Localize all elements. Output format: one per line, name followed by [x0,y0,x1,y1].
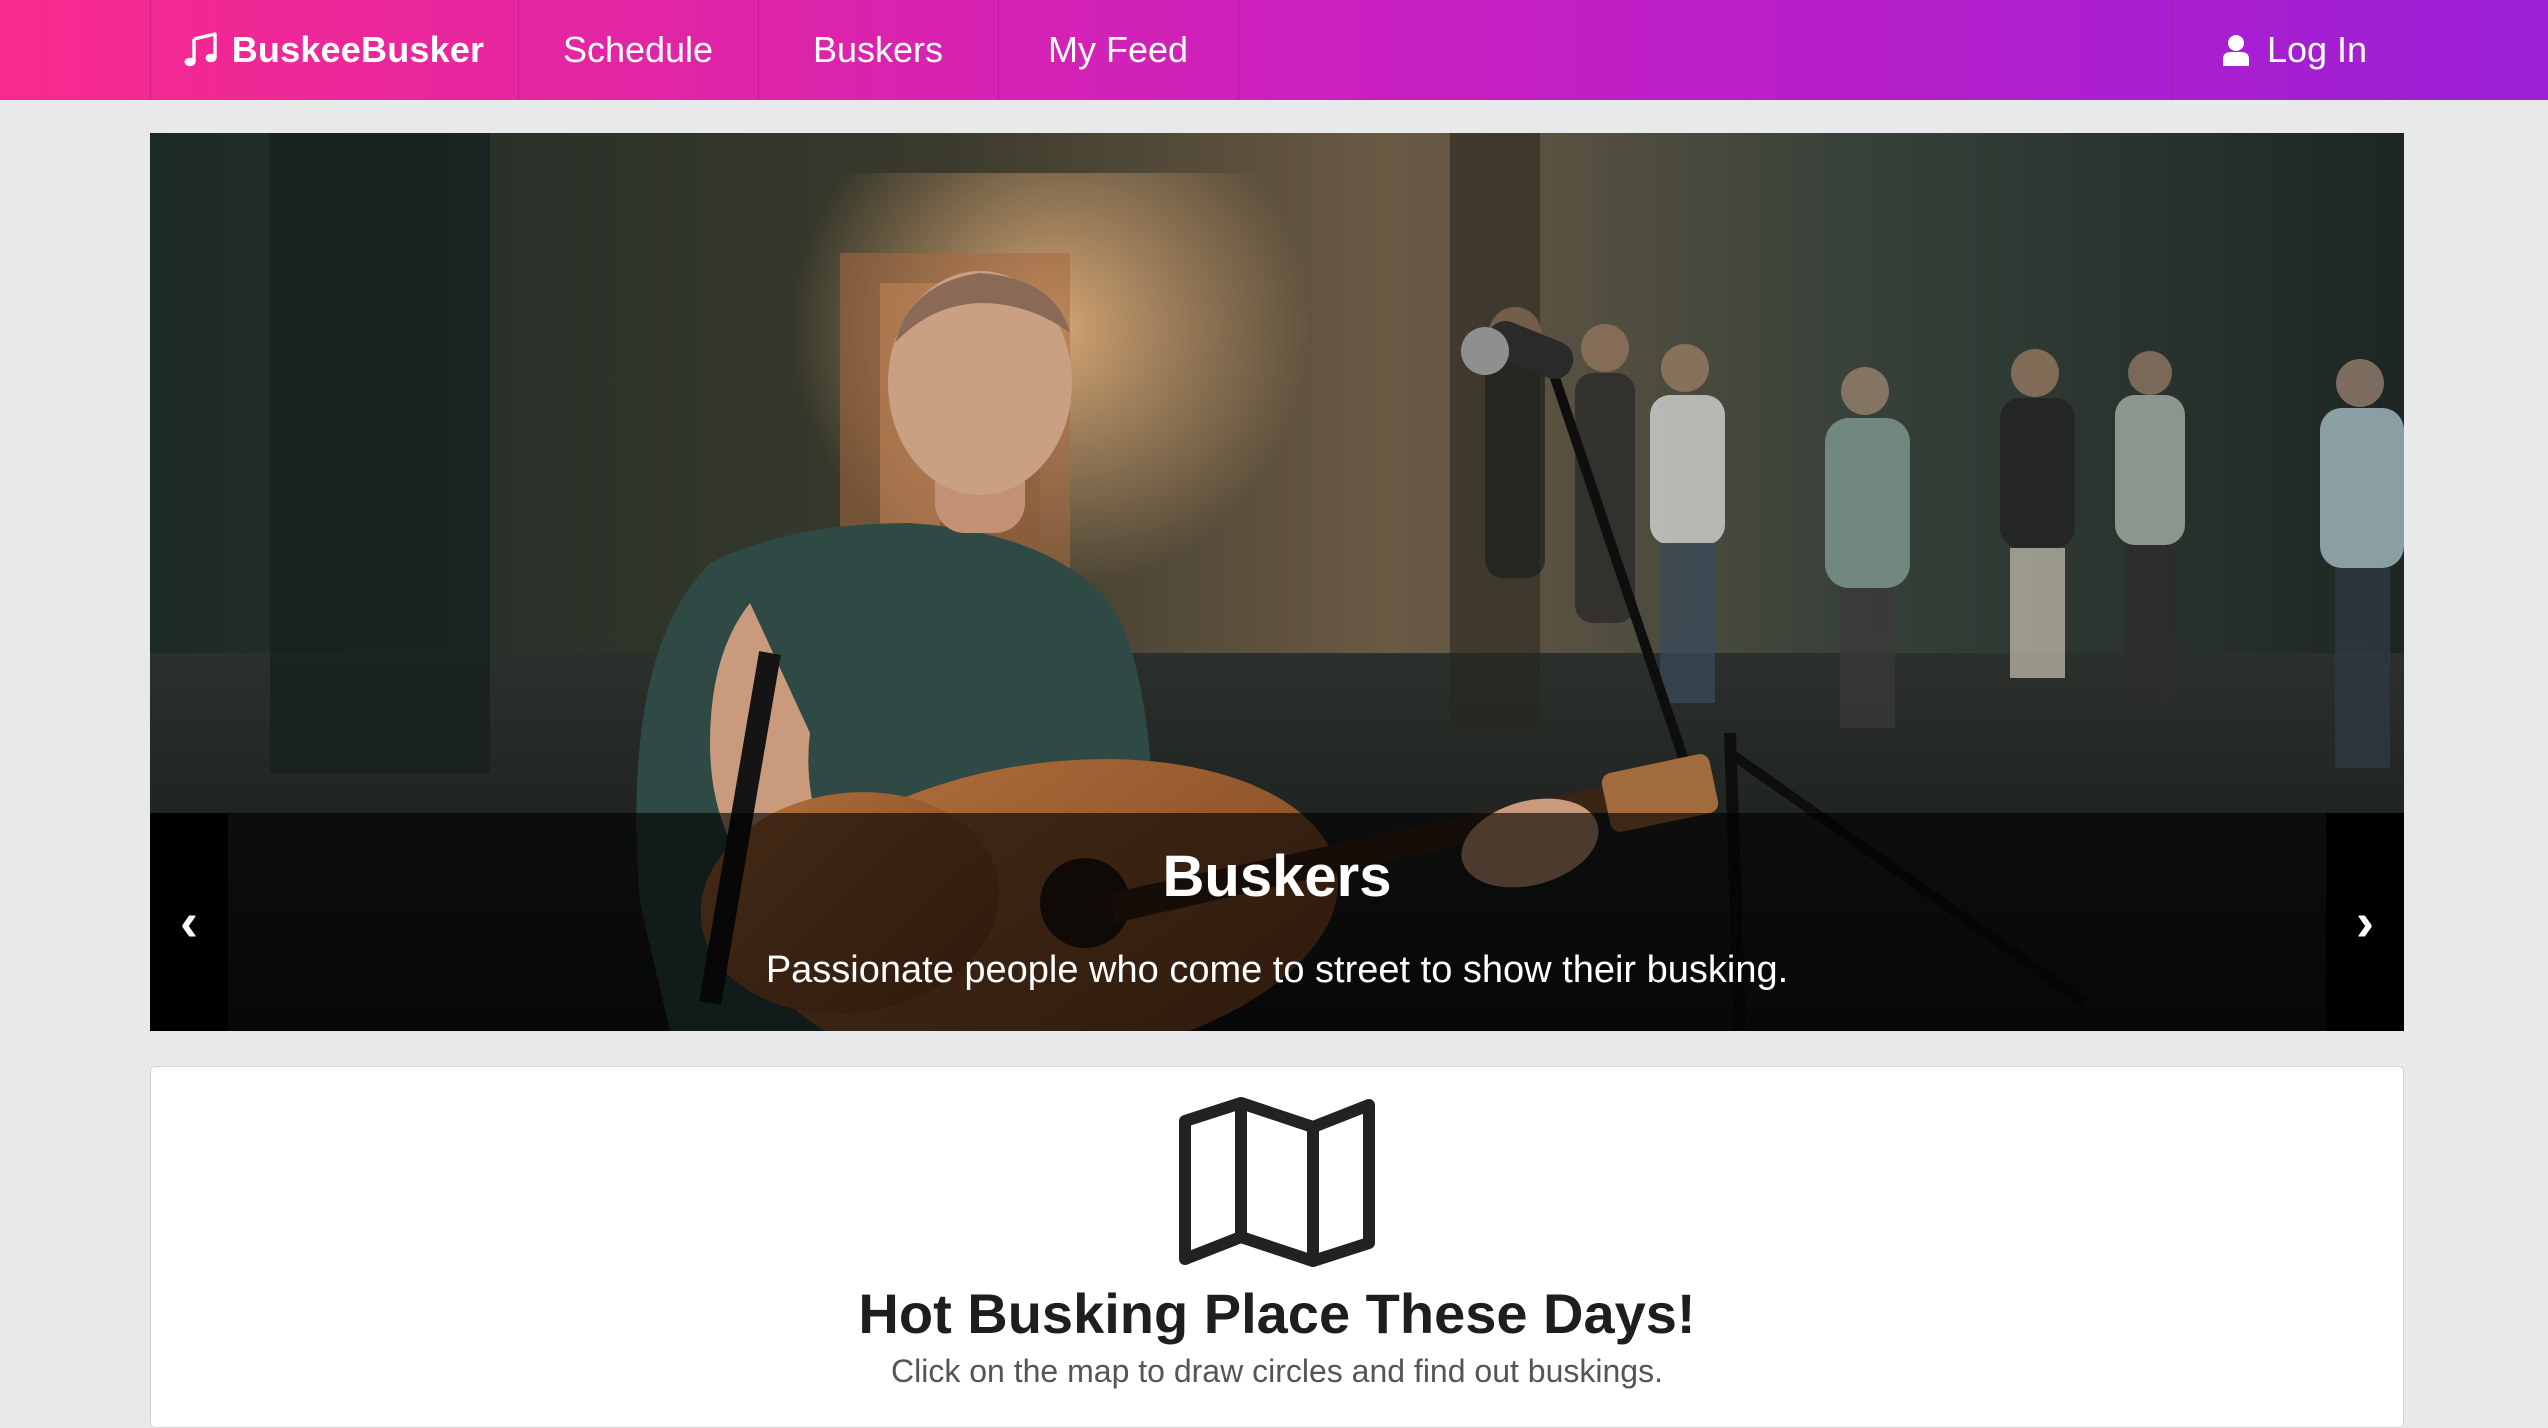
carousel-prev-button[interactable]: ‹ [150,813,228,1031]
top-navbar: BuskeeBusker Schedule Buskers My Feed Lo… [0,0,2548,100]
nav-item-my-feed[interactable]: My Feed [998,0,1238,100]
hot-places-card: Hot Busking Place These Days! Click on t… [150,1066,2404,1428]
carousel-caption: Buskers Passionate people who come to st… [150,813,2404,1031]
music-note-icon [184,32,217,67]
brand-name: BuskeeBusker [231,29,485,70]
chevron-left-icon: ‹ [180,892,198,952]
nav-divider [1238,0,1239,100]
nav-item-schedule[interactable]: Schedule [518,0,758,100]
hero-carousel: Buskers Passionate people who come to st… [150,133,2404,1031]
card-subtitle: Click on the map to draw circles and fin… [891,1353,1663,1389]
map-icon [1179,1097,1375,1267]
chevron-right-icon: › [2356,892,2374,952]
slide-caption: Passionate people who come to street to … [765,949,1789,991]
card-title: Hot Busking Place These Days! [858,1282,1696,1345]
user-icon [2222,35,2249,66]
brand-link[interactable]: BuskeeBusker [150,0,518,100]
nav-item-buskers[interactable]: Buskers [758,0,998,100]
login-button[interactable]: Log In [2172,0,2418,100]
carousel-next-button[interactable]: › [2326,813,2404,1031]
login-label: Log In [2266,29,2368,70]
slide-title: Buskers [1162,844,1392,909]
